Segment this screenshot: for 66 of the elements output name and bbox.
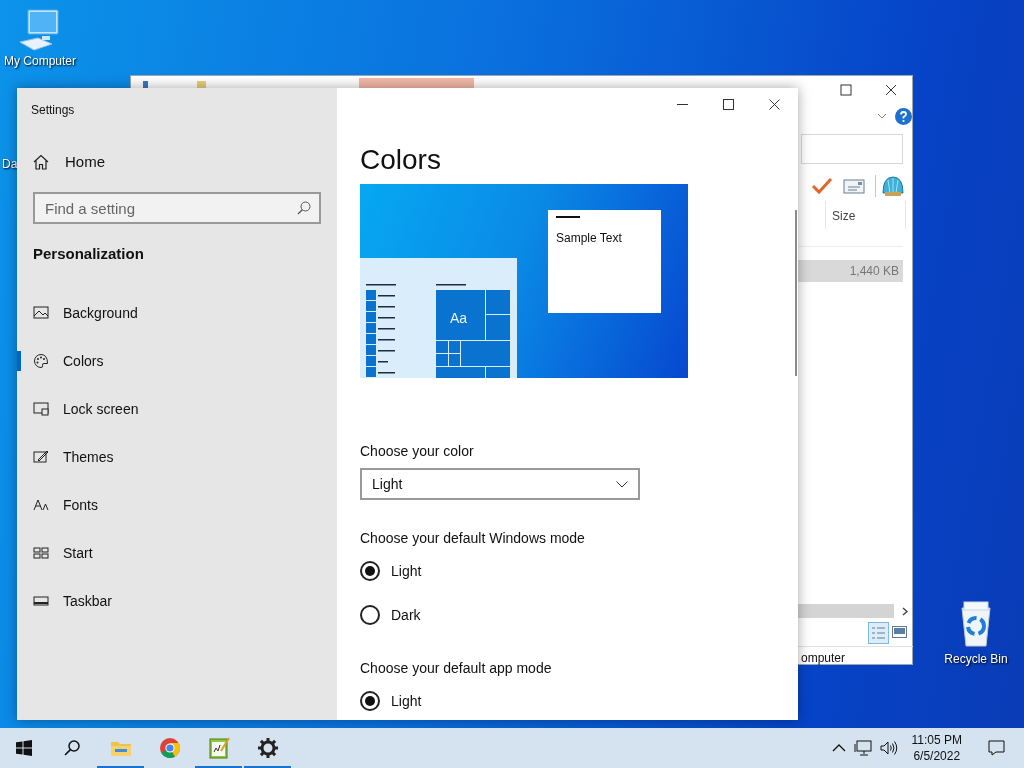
picture-icon xyxy=(33,305,49,321)
home-link[interactable]: Home xyxy=(17,140,337,184)
help-icon[interactable] xyxy=(895,108,912,125)
icon-label: Recycle Bin xyxy=(944,652,1008,666)
search-icon[interactable] xyxy=(297,201,311,215)
maximize-icon[interactable] xyxy=(840,84,852,96)
section-heading: Personalization xyxy=(33,243,144,264)
envelope-icon[interactable] xyxy=(843,179,865,194)
nav-item[interactable]: Lock screen xyxy=(17,385,337,433)
minimize-icon xyxy=(676,103,688,105)
search-field[interactable]: Find a setting xyxy=(33,192,321,224)
nav-item[interactable]: Colors xyxy=(17,337,337,385)
clock[interactable]: 11:05 PM 6/5/2022 xyxy=(905,732,968,764)
column-header: Size xyxy=(832,208,856,225)
checkmark-icon[interactable] xyxy=(811,177,833,195)
home-icon xyxy=(33,154,49,170)
nav-item[interactable]: Taskbar xyxy=(17,577,337,625)
group-label: Choose your default app mode xyxy=(360,659,552,678)
volume-icon[interactable] xyxy=(879,740,898,756)
radio-option[interactable]: Light xyxy=(360,689,422,713)
close-icon xyxy=(768,98,780,110)
taskbar-icon xyxy=(33,593,49,609)
windows-logo-icon xyxy=(16,740,32,756)
window-title: Settings xyxy=(31,103,75,117)
nav-item[interactable]: Start xyxy=(17,529,337,577)
radio-button[interactable] xyxy=(360,691,380,711)
status-text: omputer xyxy=(801,650,846,667)
maximize-icon xyxy=(722,98,734,110)
preview-view-icon[interactable] xyxy=(892,626,907,638)
nav-item[interactable]: Background xyxy=(17,289,337,337)
icon-label: Da xyxy=(2,157,18,171)
radio-button[interactable] xyxy=(360,561,380,581)
tile-label: Aa xyxy=(450,309,468,328)
message-icon xyxy=(987,740,1005,756)
shell-icon[interactable] xyxy=(881,175,905,197)
tiles-icon xyxy=(33,545,49,561)
palette-icon xyxy=(33,353,49,369)
chevron-down-icon[interactable] xyxy=(877,113,887,119)
computer-icon[interactable] xyxy=(18,8,62,54)
chevron-down-icon xyxy=(616,480,628,488)
scrollbar-thumb[interactable] xyxy=(798,604,894,618)
chevron-right-icon[interactable] xyxy=(902,607,908,616)
gear-icon xyxy=(255,736,280,760)
notepad-icon xyxy=(206,736,231,760)
chevron-up-icon[interactable] xyxy=(831,744,846,752)
font-icon xyxy=(33,497,49,513)
nav-item[interactable]: Themes xyxy=(17,433,337,481)
close-icon[interactable] xyxy=(885,84,897,96)
search-icon xyxy=(64,740,80,756)
brush-icon xyxy=(33,449,49,465)
sample-text: Sample Text xyxy=(556,230,622,247)
group-label: Choose your default Windows mode xyxy=(360,529,585,548)
lock-screen-icon xyxy=(33,401,49,417)
radio-button[interactable] xyxy=(360,605,380,625)
page-title: Colors xyxy=(360,143,441,177)
icon-label: My Computer xyxy=(4,54,76,68)
file-size: 1,440 KB xyxy=(849,263,899,280)
nav-item[interactable]: Fonts xyxy=(17,481,337,529)
radio-option[interactable]: Dark xyxy=(360,603,421,627)
color-dropdown[interactable]: Light xyxy=(360,468,640,500)
field-label: Choose your color xyxy=(360,442,474,461)
radio-option[interactable]: Light xyxy=(360,559,422,583)
scrollbar-thumb[interactable] xyxy=(795,210,797,376)
browser-icon xyxy=(157,736,182,760)
address-field[interactable] xyxy=(801,134,903,164)
network-icon[interactable] xyxy=(853,740,872,756)
